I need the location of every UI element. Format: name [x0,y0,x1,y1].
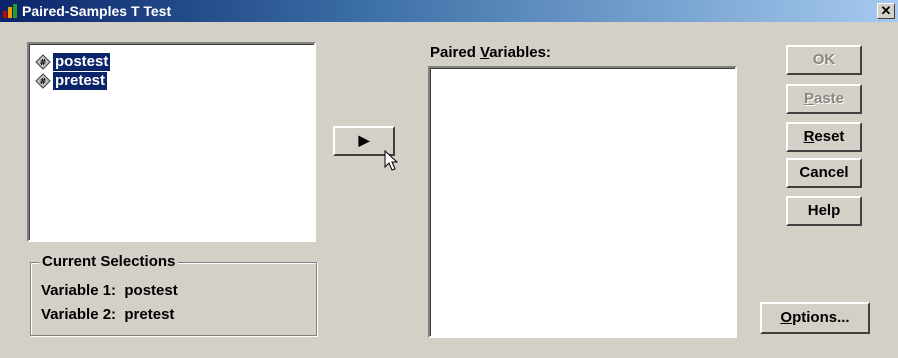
variable-name: pretest [53,71,108,90]
paired-variables-label: Paired Variables: [430,44,551,61]
svg-text:#: # [40,77,47,86]
right-arrow-icon: ▶ [358,132,370,148]
variable-name: postest [53,52,111,71]
title-bar[interactable]: Paired-Samples T Test ✕ [0,0,898,22]
variable1-value: postest [124,282,178,299]
cancel-button[interactable]: Cancel [786,158,862,188]
current-selections-group: Current Selections Variable 1: postest V… [30,252,317,336]
variable2-value: pretest [124,306,175,323]
window-title: Paired-Samples T Test [22,3,172,19]
options-button[interactable]: Options... [760,302,870,334]
mouse-pointer-icon [384,150,398,171]
svg-text:#: # [40,58,47,67]
list-item[interactable]: # pretest [35,71,108,90]
reset-button[interactable]: Reset [786,122,862,152]
paired-variables-list[interactable] [428,66,737,338]
close-icon: ✕ [880,3,892,18]
variable2-label: Variable 2: [41,306,117,323]
source-variable-list[interactable]: # postest # pretest [27,42,316,242]
help-button[interactable]: Help [786,196,862,226]
variable1-line: Variable 1: postest [41,281,178,301]
numeric-variable-icon: # [35,53,51,70]
ok-button[interactable]: OK [786,45,862,75]
spss-app-icon [3,4,17,18]
variable1-label: Variable 1: [41,282,117,299]
close-button[interactable]: ✕ [877,3,895,19]
current-selections-title: Current Selections [39,252,179,272]
variable2-line: Variable 2: pretest [41,305,174,325]
numeric-variable-icon: # [35,72,51,89]
list-item[interactable]: # postest [35,52,111,71]
paste-button[interactable]: Paste [786,84,862,114]
